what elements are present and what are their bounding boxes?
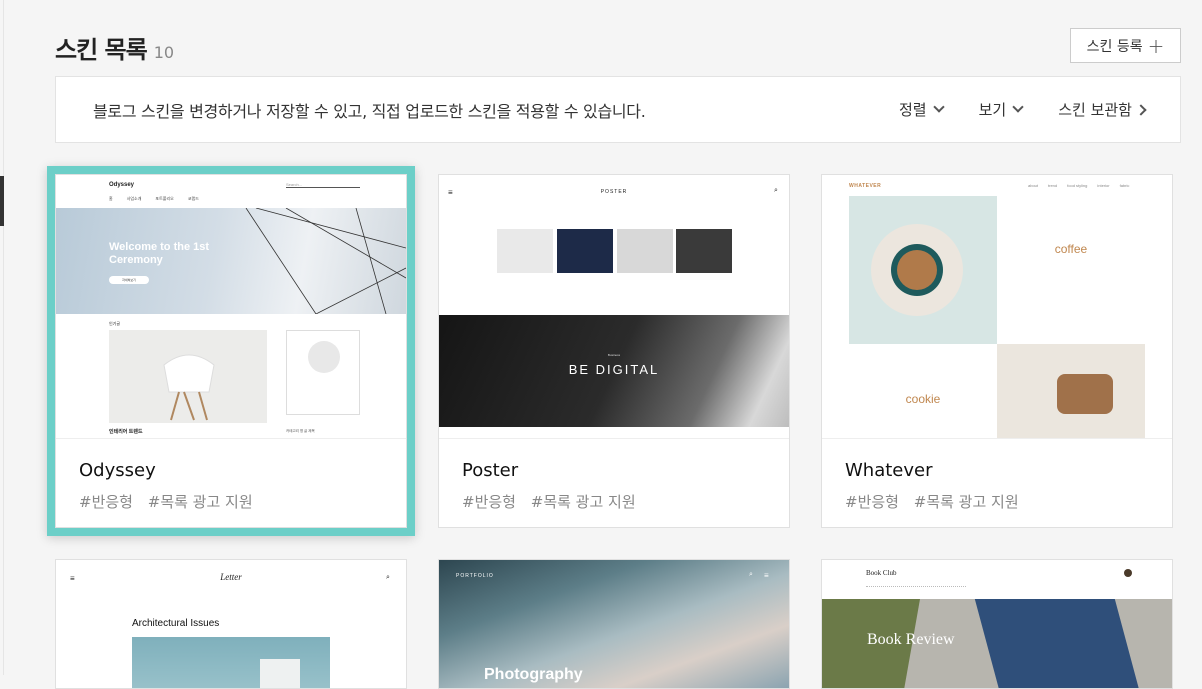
- skin-card-book-club[interactable]: Book Club Book Review: [821, 559, 1173, 689]
- preview-product-1: [497, 229, 553, 273]
- search-icon: ⌕: [774, 187, 778, 194]
- preview-menu-item: fabric: [1119, 183, 1130, 188]
- plus-icon: +: [1147, 33, 1165, 58]
- chevron-down-icon: [932, 101, 945, 113]
- skin-preview-portfolio[interactable]: PORTFOLIO ⌕ ≡ Photography: [439, 560, 789, 688]
- sort-dropdown[interactable]: 정렬: [899, 99, 945, 120]
- left-rail: [0, 0, 4, 675]
- skin-tags: #반응형 #목록 광고 지원: [79, 491, 263, 512]
- preview-post-title: 인테리어 트렌드: [109, 429, 143, 435]
- skin-card-poster[interactable]: ≡ POSTER ⌕ Business BE DIGITAL Poster #반…: [438, 174, 790, 528]
- info-bar: 블로그 스킨을 변경하거나 저장할 수 있고, 직접 업로드한 스킨을 적용할 …: [55, 76, 1181, 143]
- register-skin-label: 스킨 등록: [1086, 38, 1143, 55]
- preview-product-3: [617, 229, 673, 273]
- preview-post-title: Architectural Issues: [132, 618, 220, 629]
- preview-hero: Welcome to the 1st Ceremony 자세히보기: [56, 208, 406, 314]
- skin-tags: #반응형 #목록 광고 지원: [462, 491, 646, 512]
- preview-avatar: [308, 341, 340, 373]
- preview-item-coffee: coffee: [1054, 242, 1088, 256]
- preview-menu-item: food styling: [1067, 183, 1088, 188]
- skin-preview-letter[interactable]: ≡ Letter ⌕ Architectural Issues: [56, 560, 406, 688]
- preview-cookie-image: [997, 344, 1145, 438]
- skin-card-whatever[interactable]: WHATEVER about trend food styling interi…: [821, 174, 1173, 528]
- view-label: 보기: [978, 101, 1007, 119]
- preview-menu: about trend food styling interior fabric: [1028, 183, 1129, 188]
- preview-logo: Odyssey: [109, 182, 135, 188]
- skin-name: Odyssey: [79, 460, 156, 481]
- skin-card-letter[interactable]: ≡ Letter ⌕ Architectural Issues: [55, 559, 407, 689]
- info-actions: 정렬 보기 스킨 보관함: [863, 99, 1147, 120]
- skin-tag: #반응형: [462, 493, 516, 511]
- preview-chair-image: [109, 330, 267, 423]
- preview-product-4: [676, 229, 732, 273]
- preview-hero-title: Book Review: [867, 631, 955, 648]
- preview-building: [260, 659, 300, 688]
- preview-side-widget: [286, 330, 360, 415]
- register-skin-button[interactable]: 스킨 등록 +: [1070, 28, 1181, 63]
- chevron-right-icon: [1135, 103, 1147, 116]
- preview-menu-item: 포트폴리오: [155, 196, 174, 201]
- preview-banner: Business BE DIGITAL: [439, 315, 789, 427]
- skin-tag: #목록 광고 지원: [913, 493, 1019, 511]
- preview-banner-small: Business: [607, 353, 621, 357]
- preview-menu-item: 코랩드: [187, 196, 199, 201]
- skin-storage-label: 스킨 보관함: [1058, 101, 1132, 119]
- preview-menu-item: trend: [1048, 183, 1058, 188]
- skin-preview-odyssey[interactable]: Odyssey Search... 홈 사업소개 포트폴리오 코랩드 Welco…: [56, 175, 406, 439]
- preview-logo: POSTER: [600, 189, 628, 195]
- menu-icon: ≡: [764, 571, 769, 580]
- skin-card-portfolio[interactable]: PORTFOLIO ⌕ ≡ Photography: [438, 559, 790, 689]
- avatar: [1124, 569, 1132, 577]
- preview-nav-line: [866, 586, 966, 589]
- skin-preview-poster[interactable]: ≡ POSTER ⌕ Business BE DIGITAL: [439, 175, 789, 439]
- skin-name: Whatever: [845, 460, 933, 481]
- preview-post-image: [132, 637, 330, 688]
- skin-tags: #반응형 #목록 광고 지원: [845, 491, 1029, 512]
- preview-hero-title: Photography: [484, 666, 583, 683]
- preview-logo: Letter: [220, 572, 242, 582]
- preview-menu-item: interior: [1097, 183, 1110, 188]
- preview-menu-item: about: [1028, 183, 1039, 188]
- preview-section: 인기글: [109, 321, 121, 326]
- preview-caption: 카테고리 명 글 제목: [286, 429, 315, 433]
- preview-hero-button: 자세히보기: [109, 276, 149, 284]
- skin-name: Poster: [462, 460, 519, 481]
- skin-tag: #목록 광고 지원: [147, 493, 253, 511]
- preview-logo: Book Club: [866, 569, 897, 577]
- preview-cookies: [1057, 374, 1113, 414]
- view-dropdown[interactable]: 보기: [978, 99, 1024, 120]
- preview-hero-title: Welcome to the 1st Ceremony: [109, 241, 210, 266]
- sort-label: 정렬: [899, 101, 927, 119]
- active-marker: [0, 176, 4, 226]
- preview-banner-title: BE DIGITAL: [568, 362, 660, 377]
- skin-preview-whatever[interactable]: WHATEVER about trend food styling interi…: [822, 175, 1172, 439]
- chevron-down-icon: [1012, 101, 1024, 113]
- skin-storage-link[interactable]: 스킨 보관함: [1058, 99, 1147, 120]
- preview-coffee: [897, 250, 937, 290]
- info-text: 블로그 스킨을 변경하거나 저장할 수 있고, 직접 업로드한 스킨을 적용할 …: [93, 101, 646, 121]
- page-header: 스킨 목록 10: [55, 30, 174, 65]
- preview-book-blue: [974, 599, 1140, 688]
- preview-logo: WHATEVER: [849, 183, 882, 189]
- skin-tag: #반응형: [845, 493, 899, 511]
- search-icon: ⌕: [386, 574, 390, 581]
- skin-preview-book-club[interactable]: Book Club Book Review: [822, 560, 1172, 688]
- skin-tag: #반응형: [79, 493, 133, 511]
- preview-menu-item: 사업소개: [126, 196, 142, 201]
- skin-tag: #목록 광고 지원: [530, 493, 636, 511]
- preview-menu: 홈 사업소개 포트폴리오 코랩드: [109, 196, 199, 202]
- preview-product-2: [557, 229, 613, 273]
- search-icon: ⌕: [749, 571, 753, 578]
- preview-item-cookie: cookie: [905, 392, 941, 406]
- skin-count: 10: [153, 43, 175, 62]
- preview-hero: Book Review: [822, 599, 1172, 688]
- skin-card-odyssey[interactable]: Odyssey Search... 홈 사업소개 포트폴리오 코랩드 Welco…: [55, 174, 407, 528]
- preview-search: Search...: [286, 182, 360, 188]
- preview-coffee-image: [849, 196, 997, 344]
- page-title: 스킨 목록: [55, 36, 148, 64]
- preview-menu-item: 홈: [109, 196, 113, 201]
- preview-logo: PORTFOLIO: [456, 573, 494, 579]
